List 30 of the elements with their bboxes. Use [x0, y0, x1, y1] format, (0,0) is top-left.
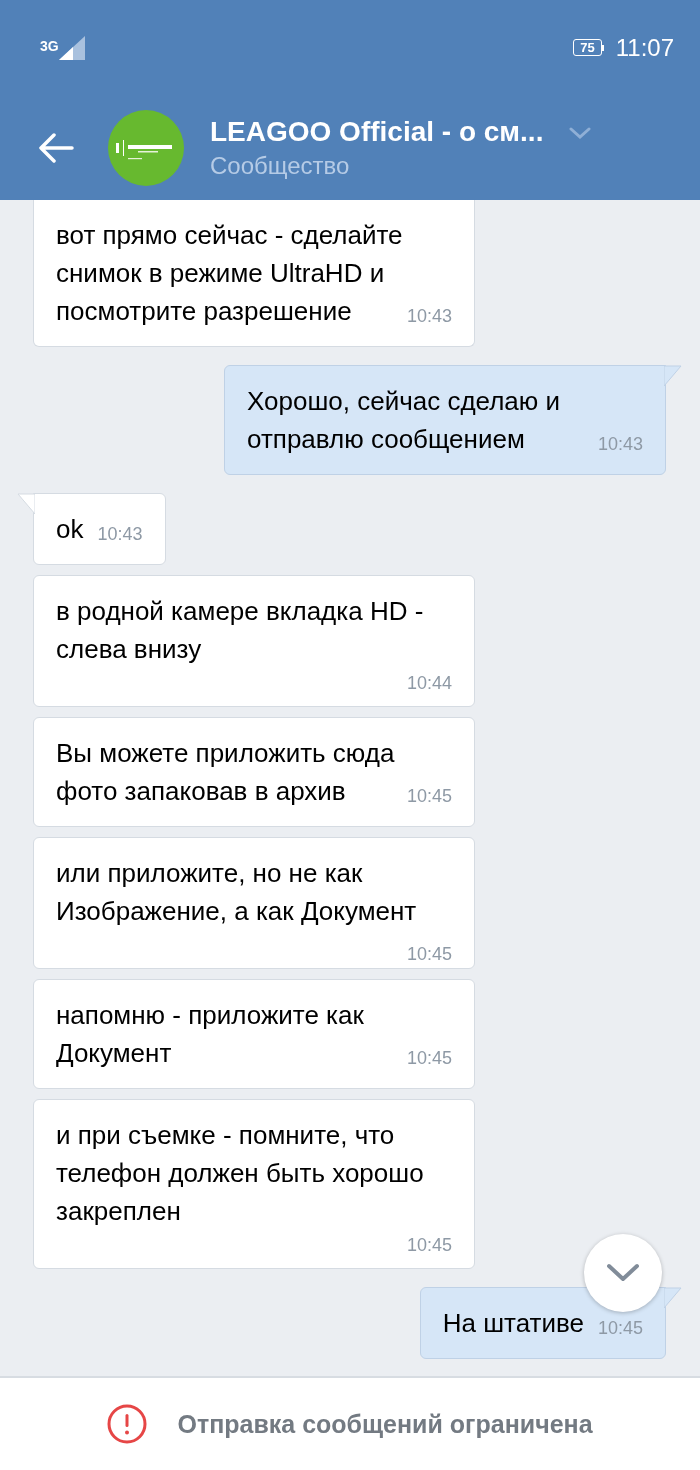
scroll-down-button[interactable]: [584, 1234, 662, 1312]
chevron-down-icon: [606, 1263, 640, 1283]
message-time: 10:43: [97, 523, 143, 545]
message-text: вот прямо сейчас - сделайте снимок в режиме UltraHD и посмотрите разрешение: [56, 220, 403, 326]
message-text: Вы можете приложить сюда фото запаковав в архив: [56, 738, 395, 806]
message-time: 10:45: [406, 785, 452, 807]
message-text: Хорошо, сейчас сделаю и отправлю сообщением: [247, 386, 561, 454]
message-time: 10:45: [406, 943, 452, 965]
message-time: 10:45: [406, 1234, 452, 1256]
message-time: 10:44: [406, 672, 452, 694]
clock: 11:07: [615, 33, 674, 62]
message-text: или приложите, но не как Изображение, а как Документ: [56, 858, 417, 926]
signal-icon: [58, 35, 85, 60]
notice-text: Отправка сообщений ограничена: [177, 1409, 593, 1439]
warning-icon: [107, 1404, 148, 1444]
message-time: 10:43: [406, 305, 452, 327]
message-text: в родной камере вкладка HD - слева внизу: [56, 596, 424, 664]
message-time: 10:45: [597, 1317, 643, 1339]
message-text: напомню - приложите как Документ: [56, 1000, 364, 1068]
message-text: и при съемке - помните, что телефон должен быть хорошо закреплен: [56, 1120, 424, 1226]
message-text: На штативе: [442, 1308, 584, 1338]
network-label: 3G: [40, 37, 59, 54]
message-text: ok: [56, 514, 84, 544]
message-time: 10:45: [406, 1047, 452, 1069]
chat-title: LEAGOO Official - о см...: [210, 115, 544, 148]
avatar[interactable]: [108, 109, 184, 186]
message-time: 10:43: [597, 433, 643, 455]
battery-icon: 75: [573, 39, 604, 56]
chat-subtitle: Сообщество: [210, 151, 351, 180]
back-arrow-icon[interactable]: [38, 132, 74, 163]
